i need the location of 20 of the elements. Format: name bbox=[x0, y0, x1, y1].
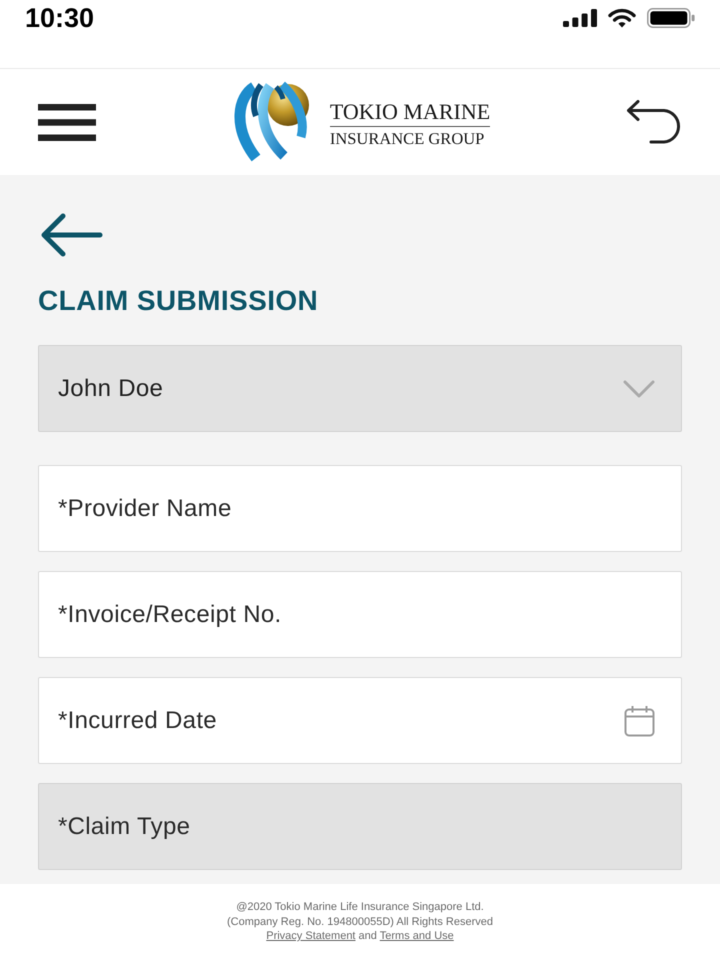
text-field[interactable]: *Invoice/Receipt No. bbox=[38, 571, 682, 658]
footer-link[interactable]: Privacy Statement bbox=[266, 930, 356, 942]
text-field[interactable]: *Provider Name bbox=[38, 465, 682, 552]
registration-text: (Company Reg. No. 194800055D) All Rights Reserved bbox=[227, 914, 493, 929]
footer-links-text: Privacy Statement and Terms and Use bbox=[266, 929, 454, 944]
wifi-icon bbox=[608, 8, 636, 28]
copyright-text: @2020 Tokio Marine Life Insurance Singapore Ltd. bbox=[236, 900, 484, 914]
footer-link[interactable]: Terms and Use bbox=[380, 930, 454, 942]
status-time: 10:30 bbox=[25, 2, 94, 35]
signal-icon bbox=[563, 9, 597, 27]
logo-tagline-text: INSURANCE GROUP bbox=[330, 130, 486, 148]
logo-name-text: TOKIO MARINE bbox=[330, 100, 490, 124]
calendar-icon[interactable] bbox=[624, 705, 655, 737]
menu-icon[interactable] bbox=[38, 104, 96, 140]
back-arrow-icon[interactable] bbox=[41, 213, 103, 257]
chevron-down-icon bbox=[623, 380, 655, 398]
undo-icon[interactable] bbox=[626, 100, 682, 144]
date-field[interactable]: *Incurred Date bbox=[38, 677, 682, 764]
page-title: CLAIM SUBMISSION bbox=[38, 284, 318, 318]
battery-icon bbox=[647, 8, 695, 28]
